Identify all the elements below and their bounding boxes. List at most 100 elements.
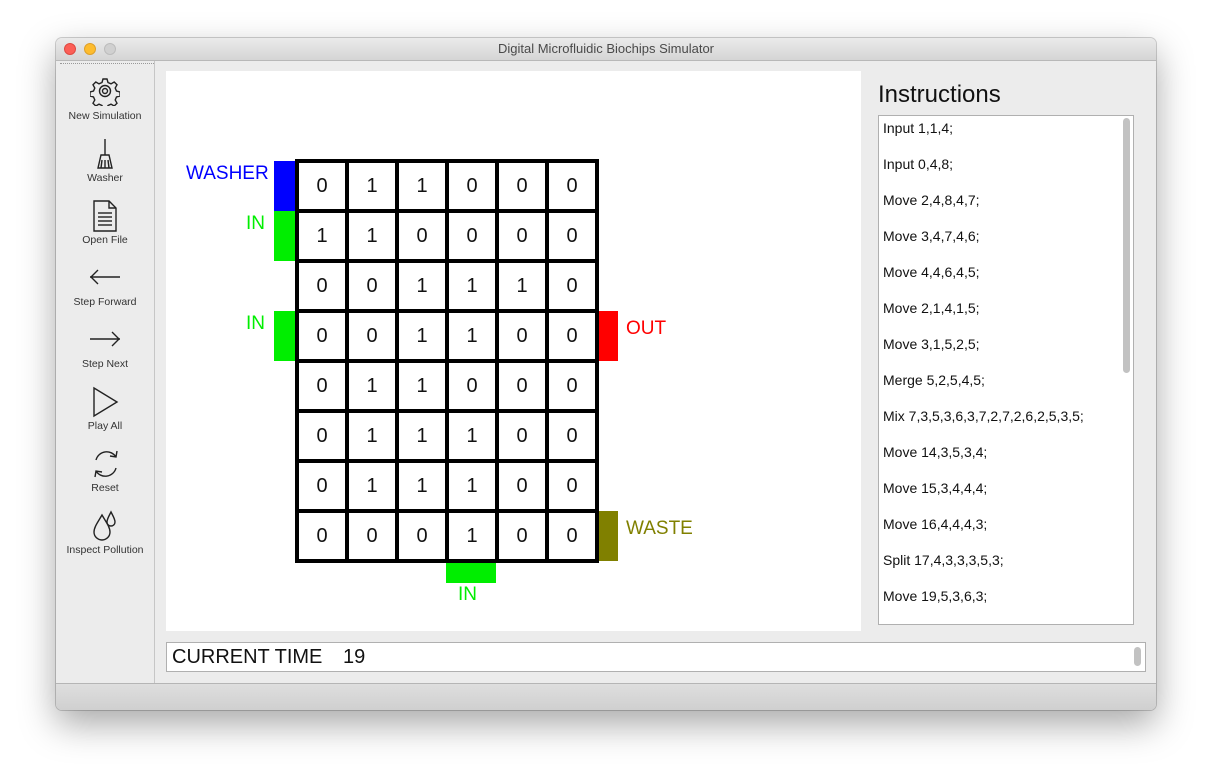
toolbar: New Simulation Washer Open File Step For… [56, 61, 155, 683]
grid-cell[interactable]: 1 [445, 259, 499, 313]
grid-cell[interactable]: 1 [445, 409, 499, 463]
grid-cell[interactable]: 0 [295, 359, 349, 413]
grid-cell[interactable]: 0 [545, 259, 599, 313]
grid-cell[interactable]: 0 [295, 459, 349, 513]
grid-cell[interactable]: 0 [495, 459, 549, 513]
instruction-item[interactable]: Move 3,4,7,4,6; [879, 224, 1133, 260]
grid-cell[interactable]: 0 [295, 159, 349, 213]
grid-cell[interactable]: 1 [295, 209, 349, 263]
grid-row: 1 1 0 0 0 0 [295, 209, 599, 263]
document-icon [93, 200, 117, 232]
grid-cell[interactable]: 0 [295, 259, 349, 313]
instruction-item[interactable]: Move 14,3,5,3,4; [879, 440, 1133, 476]
grid-cell[interactable]: 1 [395, 409, 449, 463]
grid-cell[interactable]: 0 [495, 309, 549, 363]
instruction-item[interactable]: Move 4,4,6,4,5; [879, 260, 1133, 296]
inspect-pollution-label: Inspect Pollution [66, 544, 144, 556]
grid-cell[interactable]: 1 [395, 459, 449, 513]
grid-cell[interactable]: 1 [345, 459, 399, 513]
grid-cell[interactable]: 0 [345, 259, 399, 313]
grid-cell[interactable]: 0 [395, 509, 449, 563]
grid-cell[interactable]: 1 [395, 259, 449, 313]
instruction-item[interactable]: Input 1,1,4; [879, 116, 1133, 152]
grid-cell[interactable]: 1 [345, 159, 399, 213]
grid-cell[interactable]: 0 [545, 309, 599, 363]
maximize-window-button[interactable] [104, 43, 116, 55]
biochip-canvas: WASHER IN IN OUT WASTE IN 0 1 1 0 0 0 1 [166, 71, 861, 631]
grid-cell[interactable]: 0 [395, 209, 449, 263]
open-file-label: Open File [82, 234, 128, 246]
grid-cell[interactable]: 0 [495, 159, 549, 213]
washer-port-label: WASHER [186, 163, 269, 184]
grid-cell[interactable]: 1 [395, 359, 449, 413]
grid-cell[interactable]: 1 [445, 309, 499, 363]
electrode-grid: 0 1 1 0 0 0 1 1 0 0 0 0 0 0 1 1 1 0 0 0 … [295, 159, 599, 563]
instruction-item[interactable]: Input 0,4,8; [879, 152, 1133, 188]
input-port-label: IN [246, 213, 265, 234]
instruction-item[interactable]: Merge 5,2,5,4,5; [879, 368, 1133, 404]
minimize-window-button[interactable] [84, 43, 96, 55]
reset-button[interactable]: Reset [56, 448, 154, 508]
grid-cell[interactable]: 0 [545, 209, 599, 263]
instruction-item[interactable]: Split 17,4,3,3,3,5,3; [879, 548, 1133, 584]
grid-cell[interactable]: 1 [345, 359, 399, 413]
instruction-item[interactable]: Move 2,4,8,4,7; [879, 188, 1133, 224]
grid-cell[interactable]: 0 [295, 309, 349, 363]
open-file-button[interactable]: Open File [56, 200, 154, 260]
title-bar: Digital Microfluidic Biochips Simulator [56, 38, 1156, 61]
washer-port [274, 161, 295, 211]
grid-cell[interactable]: 0 [495, 359, 549, 413]
grid-row: 0 1 1 1 0 0 [295, 409, 599, 463]
step-forward-button[interactable]: Step Forward [56, 262, 154, 322]
arrow-left-icon [90, 269, 120, 285]
grid-row: 0 1 1 0 0 0 [295, 359, 599, 413]
grid-cell[interactable]: 0 [295, 409, 349, 463]
grid-cell[interactable]: 1 [395, 159, 449, 213]
step-next-button[interactable]: Step Next [56, 324, 154, 384]
grid-cell[interactable]: 1 [345, 209, 399, 263]
instruction-item[interactable]: Move 19,5,3,6,3; [879, 584, 1133, 620]
grid-cell[interactable]: 1 [445, 509, 499, 563]
new-simulation-button[interactable]: New Simulation [56, 76, 154, 136]
grid-cell[interactable]: 0 [345, 309, 399, 363]
instruction-item[interactable]: Mix 7,3,5,3,6,3,7,2,7,2,6,2,5,3,5; [879, 404, 1133, 440]
grid-cell[interactable]: 0 [545, 409, 599, 463]
instruction-item[interactable]: Move 3,1,5,2,5; [879, 332, 1133, 368]
grid-cell[interactable]: 0 [545, 459, 599, 513]
inspect-pollution-button[interactable]: Inspect Pollution [56, 510, 154, 570]
arrow-right-icon [90, 331, 120, 347]
instructions-scrollbar-thumb[interactable] [1123, 118, 1130, 373]
grid-cell[interactable]: 0 [445, 159, 499, 213]
input-port-label: IN [246, 313, 265, 334]
grid-cell[interactable]: 0 [295, 509, 349, 563]
play-icon [93, 386, 119, 418]
grid-cell[interactable]: 0 [495, 409, 549, 463]
instruction-item[interactable]: Move 15,3,4,4,4; [879, 476, 1133, 512]
grid-cell[interactable]: 0 [345, 509, 399, 563]
gear-icon [90, 78, 120, 106]
current-time-bar: CURRENT TIME 19 [166, 642, 1146, 672]
play-all-button[interactable]: Play All [56, 386, 154, 446]
grid-cell[interactable]: 0 [545, 159, 599, 213]
grid-cell[interactable]: 0 [545, 359, 599, 413]
grid-cell[interactable]: 1 [445, 459, 499, 513]
instruction-item[interactable]: Move 16,4,4,4,3; [879, 512, 1133, 548]
grid-cell[interactable]: 0 [445, 209, 499, 263]
grid-cell[interactable]: 0 [495, 209, 549, 263]
time-bar-scrollbar[interactable] [1134, 647, 1141, 666]
washer-button[interactable]: Washer [56, 138, 154, 198]
grid-row: 0 0 1 1 1 0 [295, 259, 599, 313]
grid-cell[interactable]: 0 [445, 359, 499, 413]
instruction-item[interactable]: Move 2,1,4,1,5; [879, 296, 1133, 332]
instructions-scrollbar[interactable] [1122, 118, 1131, 620]
input-port-label: IN [458, 584, 477, 605]
grid-cell[interactable]: 1 [395, 309, 449, 363]
grid-cell[interactable]: 0 [545, 509, 599, 563]
grid-cell[interactable]: 1 [495, 259, 549, 313]
grid-cell[interactable]: 0 [495, 509, 549, 563]
grid-cell[interactable]: 1 [345, 409, 399, 463]
instructions-list-box[interactable]: Input 1,1,4; Input 0,4,8; Move 2,4,8,4,7… [878, 115, 1134, 625]
grid-row: 0 0 1 1 0 0 [295, 309, 599, 363]
close-window-button[interactable] [64, 43, 76, 55]
droplets-icon [93, 510, 116, 541]
